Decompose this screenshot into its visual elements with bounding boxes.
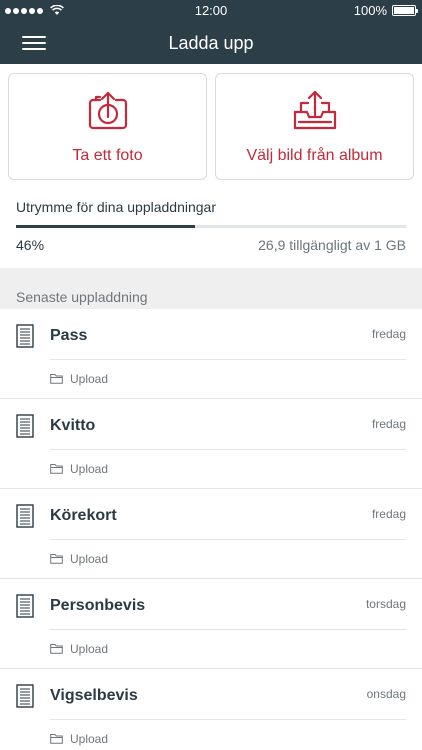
divider <box>50 449 406 450</box>
item-day: onsdag <box>366 687 406 701</box>
item-day: fredag <box>371 417 406 431</box>
document-icon <box>16 324 34 348</box>
list-item[interactable]: Pass fredag Upload <box>0 309 422 399</box>
divider <box>50 629 406 630</box>
list-item[interactable]: Personbevis torsdag Upload <box>0 579 422 669</box>
document-icon <box>16 684 34 708</box>
storage-title: Utrymme för dina uppladdningar <box>16 199 216 215</box>
list-item[interactable]: Körekort fredag Upload <box>0 489 422 579</box>
item-day: fredag <box>371 327 406 341</box>
item-folder: Upload <box>70 462 109 476</box>
recent-uploads-list: Pass fredag Upload Kvitto fredag Upload … <box>0 309 422 750</box>
document-icon <box>16 594 34 618</box>
item-title: Kvitto <box>50 417 96 434</box>
divider <box>50 359 406 360</box>
battery-level <box>394 7 414 14</box>
list-item[interactable]: Kvitto fredag Upload <box>0 399 422 489</box>
item-title: Personbevis <box>50 597 146 614</box>
document-icon <box>16 504 34 528</box>
item-day: torsdag <box>365 597 406 611</box>
storage-used-percent: 46% <box>16 237 45 253</box>
folder-icon <box>50 464 63 474</box>
item-title: Pass <box>50 327 88 344</box>
divider <box>50 719 406 720</box>
item-folder: Upload <box>70 642 109 656</box>
nav-bar: Ladda upp <box>0 22 422 64</box>
take-photo-label: Ta ett foto <box>72 147 143 164</box>
folder-icon <box>50 374 63 384</box>
item-folder: Upload <box>70 552 109 566</box>
camera-upload-icon <box>88 91 127 130</box>
page-title: Ladda upp <box>168 33 254 53</box>
storage-progress-fill <box>16 225 196 228</box>
battery-percent: 100% <box>353 3 387 18</box>
list-item[interactable]: Vigselbevis onsdag Upload <box>0 669 422 750</box>
tray-upload-icon <box>293 90 336 130</box>
storage-progress-bar <box>16 225 406 228</box>
choose-from-album-button[interactable]: Välj bild från album <box>215 73 414 180</box>
storage-available: 26,9 tillgängligt av 1 GB <box>258 237 406 253</box>
recent-uploads-header: Senaste uppladdning <box>0 268 422 309</box>
document-icon <box>16 414 34 438</box>
item-title: Körekort <box>50 507 117 524</box>
item-folder: Upload <box>70 732 109 746</box>
folder-icon <box>50 644 63 654</box>
battery-icon <box>392 5 418 16</box>
item-title: Vigselbevis <box>50 687 138 704</box>
choose-from-album-label: Välj bild från album <box>246 147 383 164</box>
section-title: Senaste uppladdning <box>16 289 148 305</box>
item-folder: Upload <box>70 372 109 386</box>
take-photo-button[interactable]: Ta ett foto <box>8 73 207 180</box>
folder-icon <box>50 554 63 564</box>
status-bar: 12:00 100% <box>0 0 422 22</box>
item-day: fredag <box>371 507 406 521</box>
folder-icon <box>50 734 63 744</box>
battery-status: 100% <box>353 3 418 18</box>
divider <box>50 539 406 540</box>
